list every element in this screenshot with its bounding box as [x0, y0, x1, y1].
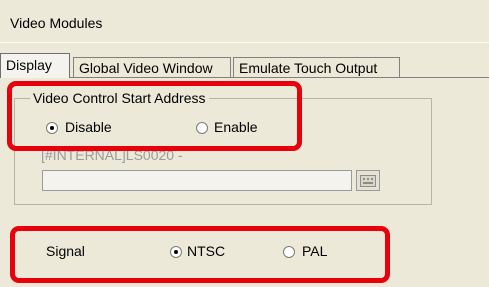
address-label: [#INTERNAL]LS0020 - — [41, 147, 183, 163]
ntsc-radio[interactable] — [170, 246, 182, 258]
title-separator — [0, 42, 489, 43]
keypad-icon — [360, 175, 376, 187]
disable-radio-label[interactable]: Disable — [65, 119, 112, 135]
ntsc-radio-label[interactable]: NTSC — [187, 243, 225, 259]
disable-radio[interactable] — [46, 122, 58, 134]
enable-radio[interactable] — [196, 122, 208, 134]
address-input[interactable] — [42, 170, 352, 191]
pal-radio[interactable] — [283, 246, 295, 258]
window-title: Video Modules — [10, 15, 103, 31]
enable-radio-label[interactable]: Enable — [214, 119, 258, 135]
tab-global-video-window[interactable]: Global Video Window — [73, 57, 231, 77]
video-control-group-label: Video Control Start Address — [30, 90, 209, 106]
keypad-button[interactable] — [356, 170, 380, 191]
tab-emulate-touch-output[interactable]: Emulate Touch Output — [233, 57, 400, 77]
tab-display[interactable]: Display — [0, 53, 70, 78]
signal-label: Signal — [46, 243, 85, 259]
pal-radio-label[interactable]: PAL — [302, 243, 327, 259]
